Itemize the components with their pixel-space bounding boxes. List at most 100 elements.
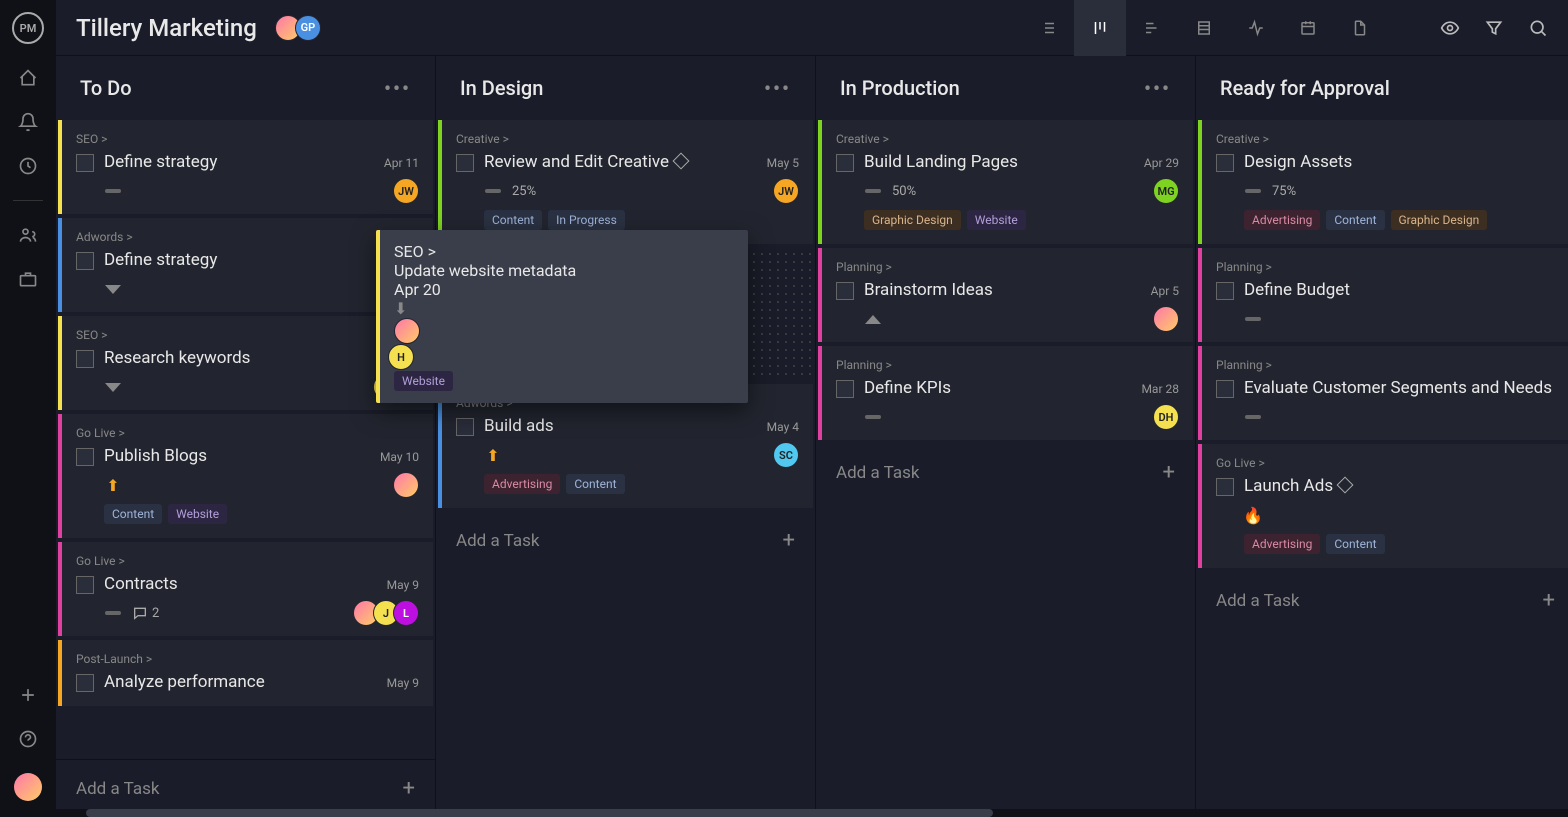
task-checkbox[interactable] — [76, 350, 94, 368]
card-breadcrumb: Planning > — [1216, 358, 1559, 372]
people-icon[interactable] — [18, 225, 38, 245]
task-checkbox[interactable] — [76, 576, 94, 594]
sheet-view-tab[interactable] — [1178, 0, 1230, 56]
list-view-tab[interactable] — [1022, 0, 1074, 56]
files-view-tab[interactable] — [1334, 0, 1386, 56]
priority-none-icon — [1245, 317, 1261, 321]
task-card[interactable]: Creative > Build Landing Pages Apr 29 50… — [818, 120, 1193, 244]
column-menu-icon[interactable]: ••• — [384, 76, 411, 100]
card-title: Build ads — [484, 416, 799, 436]
board-view-tab[interactable] — [1074, 0, 1126, 56]
help-icon[interactable] — [18, 729, 38, 749]
briefcase-icon[interactable] — [18, 269, 38, 289]
task-checkbox[interactable] — [836, 154, 854, 172]
project-title: Tillery Marketing — [76, 14, 257, 42]
tag[interactable]: Advertising — [484, 474, 560, 494]
tag[interactable]: Content — [484, 210, 542, 230]
avatar: JW — [393, 178, 419, 204]
task-card[interactable]: Go Live > Launch Ads 🔥AdvertisingContent — [1198, 444, 1568, 568]
tag[interactable]: Content — [566, 474, 624, 494]
tag[interactable]: Content — [104, 504, 162, 524]
tag[interactable]: Content — [1326, 210, 1384, 230]
column-header: To Do ••• — [56, 56, 435, 120]
bell-icon[interactable] — [18, 112, 38, 132]
clock-icon[interactable] — [18, 156, 38, 176]
priority-low-icon: ⬇ — [394, 299, 734, 318]
column-menu-icon[interactable]: ••• — [764, 76, 791, 100]
task-checkbox[interactable] — [836, 282, 854, 300]
home-icon[interactable] — [18, 68, 38, 88]
tag[interactable]: Content — [1326, 534, 1384, 554]
tag[interactable]: Website — [168, 504, 227, 524]
task-card[interactable]: Go Live > Contracts May 9 2JL — [58, 542, 433, 636]
priority-high-icon: ⬆ — [106, 476, 119, 495]
dragging-card[interactable]: SEO > Update website metadata Apr 20 ⬇ H… — [376, 230, 748, 403]
tag[interactable]: Website — [967, 210, 1026, 230]
tag[interactable]: In Progress — [548, 210, 625, 230]
column-title: In Design — [460, 76, 543, 100]
search-icon[interactable] — [1528, 18, 1548, 38]
task-checkbox[interactable] — [76, 448, 94, 466]
task-checkbox[interactable] — [1216, 154, 1234, 172]
add-task-button[interactable]: Add a Task+ — [816, 444, 1195, 501]
horizontal-scrollbar[interactable] — [56, 809, 1568, 817]
eye-icon[interactable] — [1440, 18, 1460, 38]
priority-none-icon — [1245, 189, 1261, 193]
tag[interactable]: Graphic Design — [864, 210, 961, 230]
app-logo[interactable]: PM — [12, 12, 44, 44]
card-breadcrumb: Creative > — [456, 132, 799, 146]
card-assignees — [393, 472, 419, 498]
comment-count[interactable]: 2 — [132, 605, 159, 621]
tag[interactable]: Advertising — [1244, 210, 1320, 230]
gantt-view-tab[interactable] — [1126, 0, 1178, 56]
priority-low-icon — [105, 285, 121, 294]
activity-view-tab[interactable] — [1230, 0, 1282, 56]
column-header: Ready for Approval — [1196, 56, 1568, 120]
task-card[interactable]: Planning > Evaluate Customer Segments an… — [1198, 346, 1568, 440]
tag[interactable]: Graphic Design — [1391, 210, 1488, 230]
task-checkbox[interactable] — [1216, 380, 1234, 398]
column-menu-icon[interactable]: ••• — [1144, 76, 1171, 100]
task-checkbox[interactable] — [1216, 282, 1234, 300]
task-card[interactable]: Creative > Design Assets 75%AdvertisingC… — [1198, 120, 1568, 244]
task-checkbox[interactable] — [456, 418, 474, 436]
task-checkbox[interactable] — [836, 380, 854, 398]
task-card[interactable]: Go Live > Publish Blogs May 10 ⬆ContentW… — [58, 414, 433, 538]
left-nav: PM — [0, 0, 56, 817]
plus-icon[interactable] — [18, 685, 38, 705]
calendar-view-tab[interactable] — [1282, 0, 1334, 56]
avatar — [1153, 306, 1179, 332]
card-breadcrumb: Planning > — [1216, 260, 1559, 274]
card-title: Brainstorm Ideas — [864, 280, 1179, 300]
task-card[interactable]: Planning > Define Budget — [1198, 248, 1568, 342]
current-user-avatar[interactable] — [14, 773, 42, 801]
card-date: Mar 28 — [1141, 382, 1179, 396]
card-title: Review and Edit Creative — [484, 152, 799, 172]
task-card[interactable]: Post-Launch > Analyze performance May 9 — [58, 640, 433, 706]
avatar: JW — [773, 178, 799, 204]
task-checkbox[interactable] — [76, 252, 94, 270]
card-breadcrumb: Post-Launch > — [76, 652, 419, 666]
column-title: In Production — [840, 76, 960, 100]
column-header: In Design ••• — [436, 56, 815, 120]
task-card[interactable]: Creative > Review and Edit Creative May … — [438, 120, 813, 244]
card-assignees: JW — [393, 178, 419, 204]
tag[interactable]: Advertising — [1244, 534, 1320, 554]
filter-icon[interactable] — [1484, 18, 1504, 38]
task-checkbox[interactable] — [76, 154, 94, 172]
card-title: Evaluate Customer Segments and Needs — [1244, 378, 1559, 398]
task-card[interactable]: SEO > Define strategy Apr 11 JW — [58, 120, 433, 214]
add-task-button[interactable]: Add a Task+ — [1196, 572, 1568, 629]
task-checkbox[interactable] — [76, 674, 94, 692]
add-task-button[interactable]: Add a Task+ — [436, 512, 815, 569]
project-members[interactable]: GP — [275, 15, 321, 41]
card-title: Update website metadata — [394, 261, 734, 280]
task-checkbox[interactable] — [1216, 478, 1234, 496]
card-breadcrumb: Planning > — [836, 260, 1179, 274]
task-card[interactable]: Planning > Brainstorm Ideas Apr 5 — [818, 248, 1193, 342]
tag[interactable]: Website — [394, 371, 453, 391]
avatar: MG — [1153, 178, 1179, 204]
card-title: Build Landing Pages — [864, 152, 1179, 172]
task-card[interactable]: Planning > Define KPIs Mar 28 DH — [818, 346, 1193, 440]
task-checkbox[interactable] — [456, 154, 474, 172]
